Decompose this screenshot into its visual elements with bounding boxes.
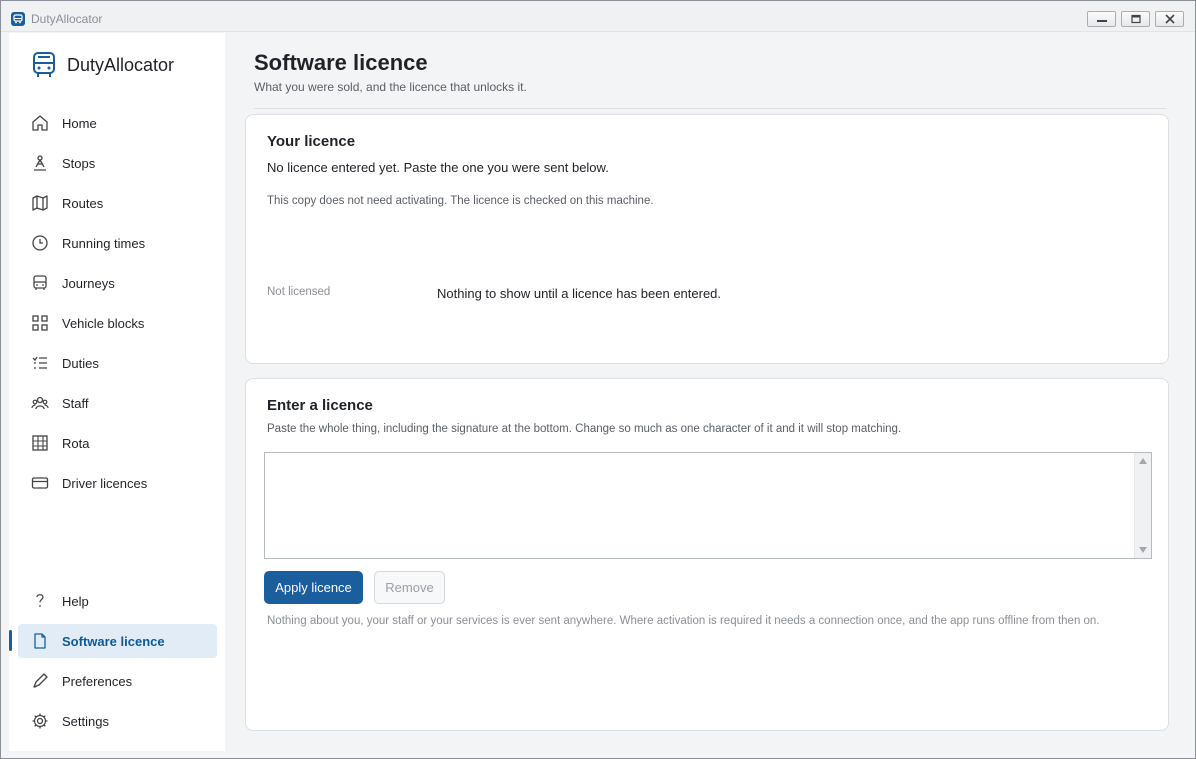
sidebar-item-label: Preferences	[62, 674, 133, 689]
sidebar-item-journeys[interactable]: Journeys	[18, 266, 217, 300]
sidebar-item-label: Settings	[62, 714, 109, 729]
app-bus-icon	[11, 12, 25, 26]
app-window: DutyAllocator DutyAllocator Home Stops R…	[0, 0, 1196, 759]
minimize-icon	[1097, 20, 1107, 22]
pen-icon	[33, 673, 48, 688]
licence-input-container	[264, 452, 1152, 559]
page-subtitle: What you were sold, and the licence that…	[254, 80, 527, 94]
bus-icon	[33, 275, 47, 290]
sidebar-item-label: Help	[62, 594, 89, 609]
brand-name: DutyAllocator	[67, 54, 175, 75]
sidebar-item-label: Duties	[62, 356, 99, 371]
home-icon	[32, 115, 48, 131]
sidebar-item-preferences[interactable]: Preferences	[18, 664, 217, 698]
clock-icon	[32, 235, 48, 251]
sidebar-item-label: Software licence	[62, 634, 165, 649]
sidebar-item-label: Staff	[62, 396, 89, 411]
header-divider	[254, 108, 1166, 109]
sidebar-item-label: Journeys	[62, 276, 115, 291]
sidebar-item-label: Routes	[62, 196, 104, 211]
main-content: Software licence What you were sold, and…	[225, 33, 1188, 751]
sidebar-item-software-licence[interactable]: Software licence	[9, 624, 217, 658]
sidebar-item-label: Vehicle blocks	[62, 316, 145, 331]
licence-input-scrollbar[interactable]	[1134, 453, 1151, 558]
licence-state-label: Not licensed	[267, 286, 331, 298]
scroll-down-arrow-icon[interactable]	[1139, 547, 1147, 553]
enter-licence-hint: Paste the whole thing, including the sig…	[267, 423, 902, 435]
scroll-up-arrow-icon[interactable]	[1139, 458, 1147, 464]
list-icon	[32, 356, 47, 369]
card-icon	[31, 477, 49, 489]
window-title: DutyAllocator	[31, 12, 103, 26]
page-title: Software licence	[254, 50, 428, 75]
close-button[interactable]	[1155, 11, 1184, 27]
remove-licence-button[interactable]: Remove	[374, 571, 445, 604]
enter-licence-title: Enter a licence	[267, 397, 373, 414]
sidebar-item-stops[interactable]: Stops	[18, 146, 217, 180]
minimize-button[interactable]	[1087, 11, 1116, 27]
sidebar-item-label: Home	[62, 116, 97, 131]
active-indicator	[9, 630, 12, 651]
licence-state-detail: Nothing to show until a licence has been…	[437, 286, 722, 301]
sidebar: DutyAllocator Home Stops Routes Running …	[9, 33, 225, 751]
enter-licence-card: Enter a licence Paste the whole thing, i…	[245, 378, 1169, 731]
map-icon	[32, 195, 48, 211]
document-icon	[34, 633, 46, 649]
stop-icon	[34, 155, 46, 171]
your-licence-title: Your licence	[267, 133, 356, 150]
sidebar-item-settings[interactable]: Settings	[18, 704, 217, 738]
people-icon	[31, 396, 49, 410]
sidebar-item-routes[interactable]: Routes	[18, 186, 217, 220]
your-licence-card: Your licence No licence entered yet. Pas…	[245, 114, 1169, 364]
close-icon	[1165, 14, 1175, 24]
sidebar-item-driver-licences[interactable]: Driver licences	[18, 466, 217, 500]
table-icon	[32, 435, 48, 451]
privacy-note: Nothing about you, your staff or your se…	[267, 615, 1100, 627]
licence-status-text: No licence entered yet. Paste the one yo…	[267, 160, 609, 175]
sidebar-item-staff[interactable]: Staff	[18, 386, 217, 420]
sidebar-item-rota[interactable]: Rota	[18, 426, 217, 460]
sidebar-item-label: Running times	[62, 236, 146, 251]
sidebar-item-duties[interactable]: Duties	[18, 346, 217, 380]
sidebar-item-running-times[interactable]: Running times	[18, 226, 217, 260]
apply-licence-button[interactable]: Apply licence	[264, 571, 363, 604]
gear-icon	[32, 713, 48, 729]
brand: DutyAllocator	[31, 50, 174, 80]
grid-icon	[32, 315, 48, 331]
activation-note: This copy does not need activating. The …	[267, 195, 654, 207]
sidebar-item-vehicle-blocks[interactable]: Vehicle blocks	[18, 306, 217, 340]
sidebar-item-label: Stops	[62, 156, 96, 171]
title-bar: DutyAllocator	[1, 1, 1195, 32]
sidebar-item-home[interactable]: Home	[18, 106, 217, 140]
restore-icon	[1131, 14, 1141, 24]
sidebar-item-label: Driver licences	[62, 476, 148, 491]
sidebar-item-help[interactable]: Help	[18, 584, 217, 618]
help-icon	[36, 594, 44, 607]
sidebar-item-label: Rota	[62, 436, 90, 451]
licence-input[interactable]	[265, 453, 1135, 558]
bus-logo-icon	[33, 52, 55, 77]
maximize-button[interactable]	[1121, 11, 1150, 27]
